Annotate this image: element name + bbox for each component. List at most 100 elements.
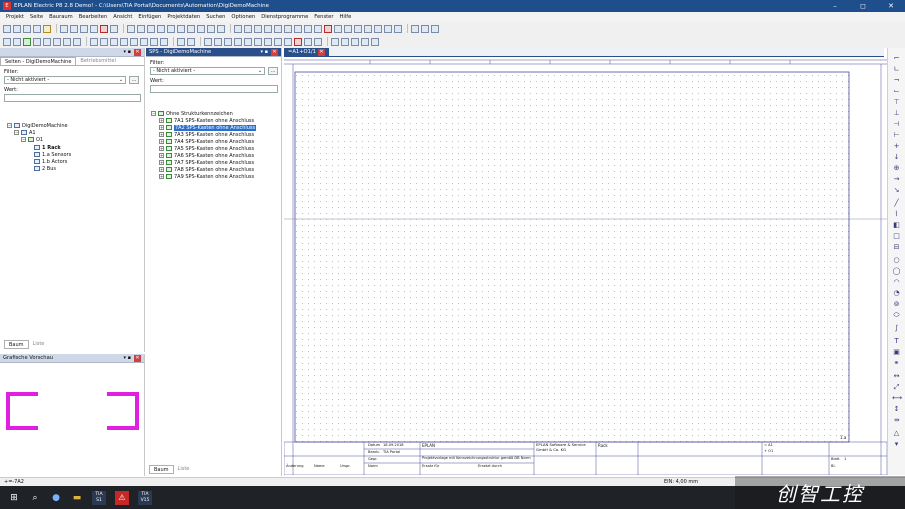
expand-icon[interactable]: +: [159, 139, 164, 144]
jump-back-icon[interactable]: [234, 24, 242, 33]
collapse-icon[interactable]: −: [14, 130, 19, 135]
eplan-taskbar-icon[interactable]: ⚠: [115, 490, 129, 505]
close-panel-icon[interactable]: ✕: [271, 48, 278, 56]
view-6-icon[interactable]: [254, 37, 262, 46]
t-node-left-icon[interactable]: ⊣: [892, 120, 901, 129]
filter-icon[interactable]: [431, 24, 439, 33]
dimension-angle-icon[interactable]: ⤢: [892, 383, 901, 392]
insert-crossref-icon[interactable]: [344, 24, 352, 33]
view-11-icon[interactable]: [304, 37, 312, 46]
cable-navigator-icon[interactable]: [43, 37, 51, 46]
forward-icon[interactable]: [157, 24, 165, 33]
filter-more-button[interactable]: ...: [129, 76, 139, 84]
insert-connection-icon[interactable]: [284, 24, 292, 33]
pin-icon[interactable]: ▾ ▪: [124, 49, 132, 55]
filter-select[interactable]: - Nicht aktiviert - ⌄: [150, 67, 265, 75]
mounting-navigator-icon[interactable]: [130, 37, 138, 46]
potential-navigator-icon[interactable]: [63, 37, 71, 46]
cut-icon[interactable]: [60, 24, 68, 33]
close-button[interactable]: ✕: [877, 0, 905, 12]
tab-tree[interactable]: Baum: [4, 340, 29, 349]
tree-item-a1[interactable]: − A1: [14, 129, 36, 136]
table-edit-icon[interactable]: [187, 37, 195, 46]
new-project-icon[interactable]: [3, 24, 11, 33]
dimension-v-icon[interactable]: ↕: [892, 405, 901, 414]
scroll-down-icon[interactable]: ▾: [892, 440, 901, 449]
view-8-icon[interactable]: [274, 37, 282, 46]
insert-interruption-icon[interactable]: [334, 24, 342, 33]
arrow-right-icon[interactable]: [361, 37, 369, 46]
menu-einfuegen[interactable]: Einfügen: [135, 14, 164, 20]
duplicate-icon[interactable]: [90, 24, 98, 33]
expand-icon[interactable]: +: [159, 132, 164, 137]
tree-item-page[interactable]: 2 Bus: [34, 165, 56, 172]
dimension-h-icon[interactable]: ⟷: [892, 394, 902, 403]
view-9-icon[interactable]: [284, 37, 292, 46]
ellipse-icon[interactable]: ◯: [892, 267, 901, 276]
zoom-in-icon[interactable]: [197, 24, 205, 33]
close-panel-icon[interactable]: ✕: [134, 354, 141, 362]
image-icon[interactable]: ▣: [892, 348, 901, 357]
menu-seite[interactable]: Seite: [27, 14, 46, 20]
close-panel-icon[interactable]: ✕: [134, 48, 141, 56]
tab-pages[interactable]: Seiten - DigiDemoMachine: [0, 57, 77, 65]
arc-icon[interactable]: ◠: [892, 278, 901, 287]
rotate-icon[interactable]: [371, 37, 379, 46]
menu-optionen[interactable]: Optionen: [228, 14, 258, 20]
zoom-out-icon[interactable]: [207, 24, 215, 33]
close-document-icon[interactable]: ✕: [317, 48, 325, 56]
sector-icon[interactable]: ◔: [892, 289, 901, 298]
insert-text-icon[interactable]: [364, 24, 372, 33]
t-node-down-icon[interactable]: ⊤: [892, 98, 901, 107]
expand-icon[interactable]: +: [159, 153, 164, 158]
file-explorer-icon[interactable]: ▬: [71, 492, 83, 504]
terminal-navigator-icon[interactable]: [33, 37, 41, 46]
triangle-icon[interactable]: △: [892, 429, 901, 438]
line-icon[interactable]: ╱: [892, 199, 901, 208]
back-icon[interactable]: [147, 24, 155, 33]
paste-icon[interactable]: [80, 24, 88, 33]
menu-bearbeiten[interactable]: Bearbeiten: [76, 14, 111, 20]
menu-dienstprogramme[interactable]: Dienstprogramme: [258, 14, 311, 20]
close-project-icon[interactable]: [23, 24, 31, 33]
view-12-icon[interactable]: [314, 37, 322, 46]
view-3-icon[interactable]: [224, 37, 232, 46]
collapse-icon[interactable]: −: [21, 137, 26, 142]
search-icon[interactable]: ⌕: [29, 492, 41, 504]
t-node-up-icon[interactable]: ⊥: [892, 109, 901, 118]
tree-item-o1[interactable]: − O1: [21, 136, 43, 143]
pipe-navigator-icon[interactable]: [150, 37, 158, 46]
insert-device-icon[interactable]: [264, 24, 272, 33]
text-icon[interactable]: T: [892, 337, 901, 346]
redo-icon[interactable]: [137, 24, 145, 33]
view-4-icon[interactable]: [234, 37, 242, 46]
properties-icon[interactable]: [110, 24, 118, 33]
menu-hilfe[interactable]: Hilfe: [337, 14, 355, 20]
schematic-page-canvas[interactable]: 1.a Datum 18.09.2018 Bearb. TIA Portal G…: [284, 57, 887, 475]
insert-macro-icon[interactable]: [274, 24, 282, 33]
value-input[interactable]: [4, 94, 141, 102]
menu-projekt[interactable]: Projekt: [3, 14, 27, 20]
insert-plc-icon[interactable]: [314, 24, 322, 33]
plc-item[interactable]: + 7A6 SPS-Kasten ohne Anschluss: [159, 152, 254, 159]
filter-select[interactable]: - Nicht aktiviert - ⌄: [4, 76, 126, 84]
structure-navigator-icon[interactable]: [73, 37, 81, 46]
document-tab[interactable]: =A1+O1/1 ✕: [284, 47, 329, 57]
spline-icon[interactable]: ∫: [892, 324, 901, 333]
circle-3p-icon[interactable]: ⊚: [892, 300, 901, 309]
expand-icon[interactable]: +: [159, 125, 164, 130]
windows-start-icon[interactable]: ⊞: [8, 492, 20, 504]
fluid-navigator-icon[interactable]: [160, 37, 168, 46]
menu-bauraum[interactable]: Bauraum: [46, 14, 76, 20]
collapse-icon[interactable]: −: [7, 123, 12, 128]
menu-suchen[interactable]: Suchen: [203, 14, 228, 20]
plc-item[interactable]: + 7A8 SPS-Kasten ohne Anschluss: [159, 166, 254, 173]
pin-icon[interactable]: ▾ ▪: [261, 49, 269, 55]
view-10-icon[interactable]: [294, 37, 302, 46]
corner-bottom-left-icon[interactable]: ∟: [892, 65, 901, 74]
tree-item-page[interactable]: 1 Rack: [34, 144, 61, 151]
expand-icon[interactable]: +: [159, 160, 164, 165]
dimension-chain-icon[interactable]: ⇸: [892, 416, 901, 425]
insert-box-icon[interactable]: [354, 24, 362, 33]
network-icon[interactable]: ●: [50, 492, 62, 504]
